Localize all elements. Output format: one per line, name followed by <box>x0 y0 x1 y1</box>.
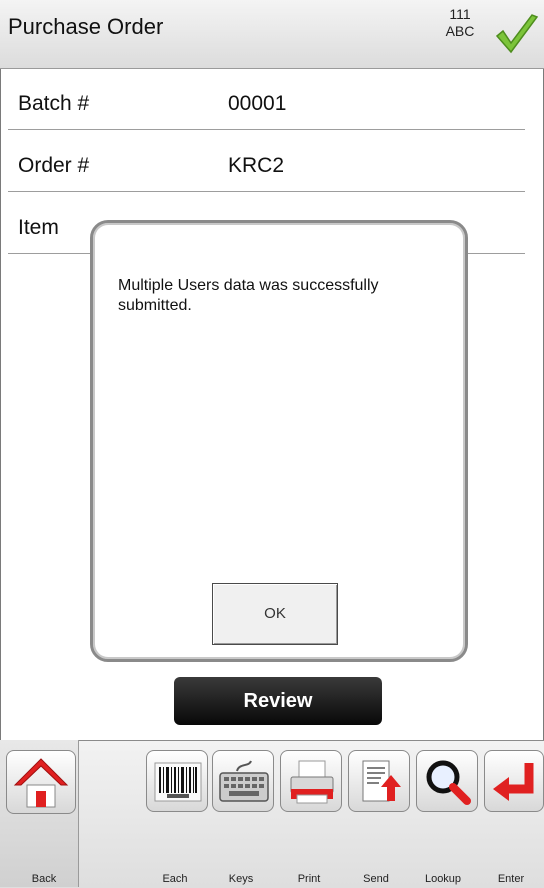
divider <box>8 129 525 130</box>
batch-label: Batch # <box>18 92 90 115</box>
send-button[interactable] <box>348 750 410 812</box>
lookup-label: Lookup <box>424 873 462 885</box>
user-name: ABC <box>445 23 475 39</box>
dialog-message: Multiple Users data was successfully sub… <box>118 277 379 314</box>
divider <box>8 191 525 192</box>
field-batch[interactable]: Batch # 00001 <box>0 70 525 130</box>
lookup-button[interactable] <box>416 750 478 812</box>
barcode-icon <box>154 762 202 802</box>
keys-label: Keys <box>228 873 254 885</box>
each-label: Each <box>162 873 188 885</box>
keys-button[interactable] <box>212 750 274 812</box>
order-value: KRC2 <box>228 154 285 177</box>
checkmark-icon[interactable] <box>494 12 540 58</box>
message-dialog: Multiple Users data was successfully sub… <box>90 220 468 662</box>
back-label: Back <box>31 873 57 885</box>
enter-label: Enter <box>497 873 525 885</box>
user-indicator: 111 ABC <box>430 6 490 40</box>
order-label: Order # <box>18 154 90 177</box>
magnifier-icon <box>426 760 471 805</box>
print-button[interactable] <box>280 750 342 812</box>
enter-button[interactable] <box>484 750 544 812</box>
upload-document-icon <box>362 760 401 802</box>
printer-icon <box>290 760 334 804</box>
page-title: Purchase Order <box>8 14 164 39</box>
review-button[interactable]: Review <box>174 677 382 725</box>
user-id: 111 <box>449 6 471 22</box>
back-button[interactable] <box>6 750 76 814</box>
batch-value: 00001 <box>228 92 287 115</box>
enter-arrow-icon <box>493 763 534 801</box>
ok-button[interactable]: OK <box>212 583 338 645</box>
field-order[interactable]: Order # KRC2 <box>0 132 525 192</box>
keyboard-icon <box>219 760 269 802</box>
send-label: Send <box>363 873 389 885</box>
print-label: Print <box>297 873 321 885</box>
item-label: Item <box>18 216 59 239</box>
each-button[interactable] <box>146 750 208 812</box>
home-icon <box>13 758 69 808</box>
title-bar: Purchase Order 111 ABC <box>0 0 544 69</box>
